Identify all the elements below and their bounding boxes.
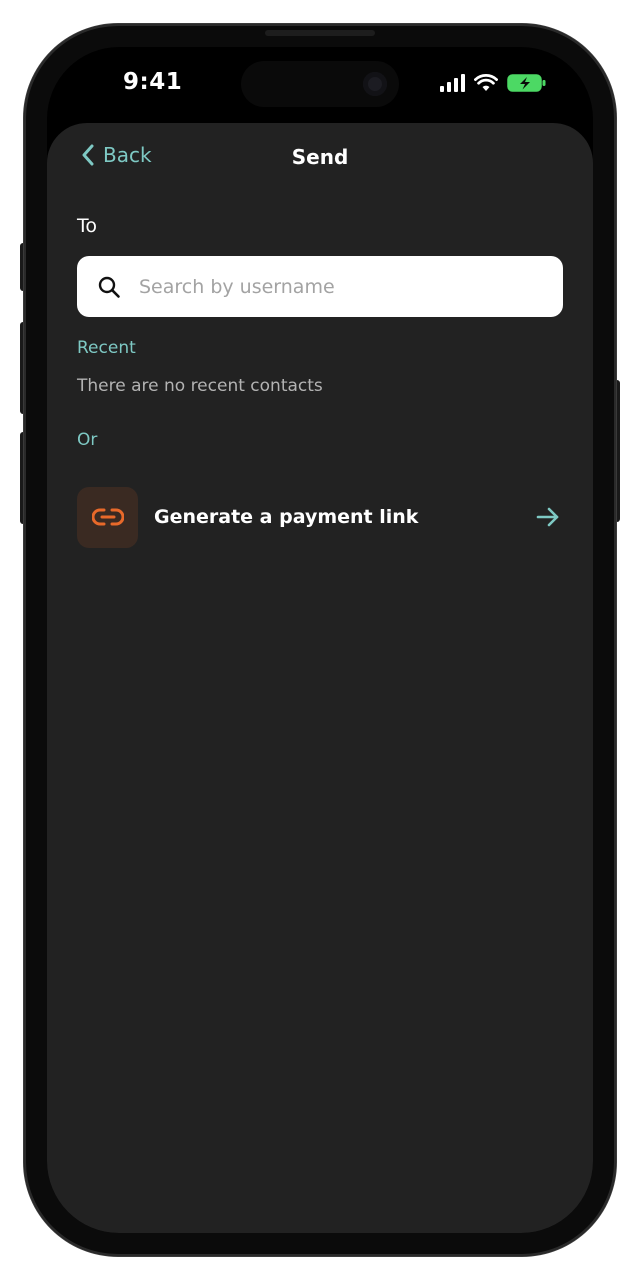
generate-payment-link-button[interactable]: Generate a payment link [77, 486, 563, 548]
search-input[interactable] [137, 274, 521, 299]
or-heading: Or [77, 430, 98, 450]
battery-charging-icon [507, 74, 546, 92]
signal-icon [440, 74, 465, 92]
to-label: To [77, 215, 98, 237]
no-recent-contacts-text: There are no recent contacts [77, 376, 323, 396]
status-icons [440, 73, 547, 93]
status-time: 9:41 [123, 69, 183, 95]
status-bar: 9:41 [47, 47, 593, 123]
recent-heading: Recent [77, 338, 136, 358]
phone-screen: 9:41 Back Send To Search by username Rec… [47, 47, 593, 1233]
nav-bar: Back Send [47, 123, 593, 195]
search-icon [98, 276, 120, 298]
link-icon-container [77, 486, 138, 548]
payment-link-label: Generate a payment link [154, 506, 419, 528]
page-title: Send [291, 145, 349, 169]
wifi-icon [474, 74, 498, 91]
camera-icon [363, 72, 387, 96]
search-field[interactable] [77, 256, 563, 317]
dynamic-island [241, 61, 399, 107]
arrow-right-icon [536, 507, 559, 527]
send-sheet: Back Send To Recent There are no recent … [47, 123, 593, 1233]
link-icon [91, 508, 124, 526]
speaker-grille [265, 30, 375, 36]
